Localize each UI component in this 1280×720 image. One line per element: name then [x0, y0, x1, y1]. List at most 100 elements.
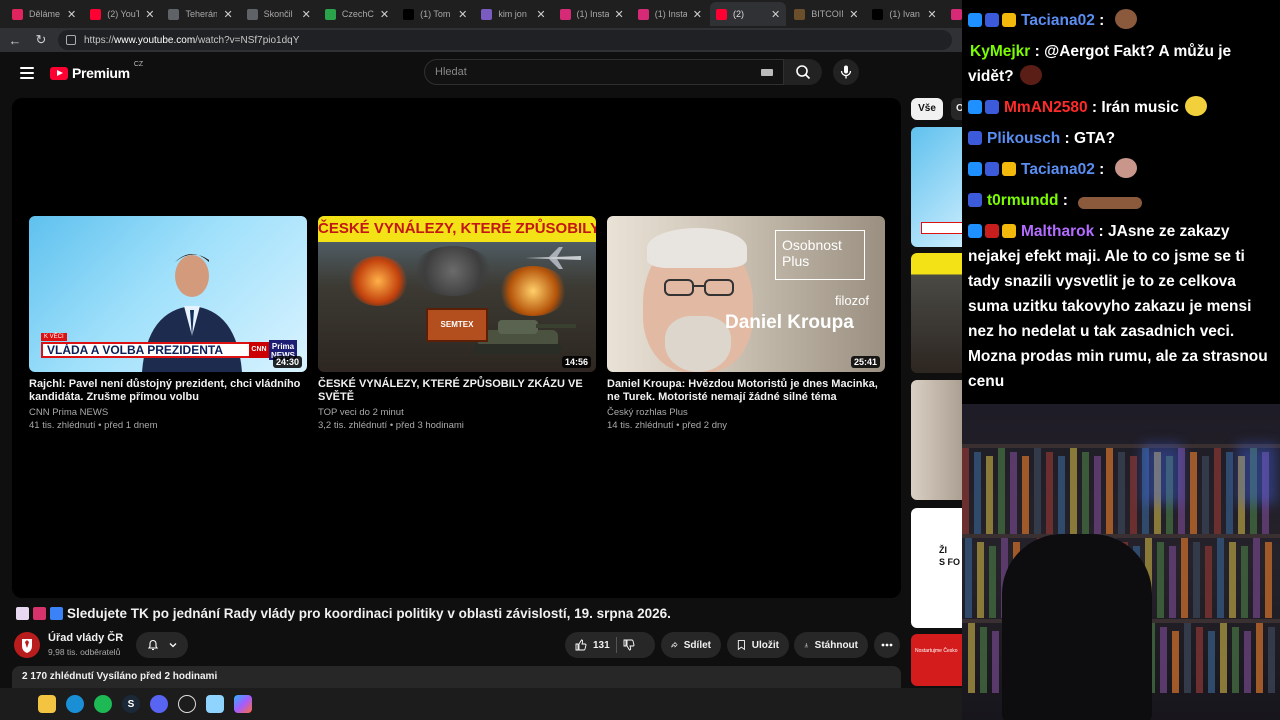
chat-emote-icon [1184, 96, 1207, 116]
notification-button[interactable] [136, 632, 188, 658]
browser-tab[interactable]: kim jon ✕ [475, 2, 551, 26]
close-icon[interactable]: ✕ [145, 8, 154, 21]
card-channel[interactable]: Český rozhlas Plus [607, 406, 885, 419]
voice-search-button[interactable] [833, 59, 859, 85]
close-icon[interactable]: ✕ [536, 8, 545, 21]
start-icon[interactable] [12, 696, 28, 712]
close-icon[interactable]: ✕ [771, 8, 780, 21]
share-icon [671, 641, 678, 648]
browser-tab[interactable]: (2) YouT ✕ [84, 2, 160, 26]
copilot-icon[interactable] [234, 695, 252, 713]
close-icon[interactable]: ✕ [302, 8, 311, 21]
chat-username[interactable]: Plikousch [987, 130, 1060, 147]
chip-all[interactable]: Vše [911, 98, 943, 120]
youtube-logo[interactable]: Premium CZ [50, 61, 143, 81]
share-button[interactable]: Sdílet [661, 632, 721, 658]
end-screen-card[interactable]: Osobnost Plus filozof Daniel Kroupa 25:41… [607, 216, 885, 432]
video-thumbnail[interactable]: K VĚCI VLÁDA A VOLBA PREZIDENTA CNN Prim… [29, 216, 307, 372]
book-spine [1268, 627, 1275, 693]
discord-icon[interactable] [150, 695, 168, 713]
rec-thumbnail[interactable] [911, 380, 962, 500]
chat-username[interactable]: Maltharok [1021, 223, 1094, 240]
back-icon[interactable]: ← [6, 33, 24, 48]
chat-username[interactable]: MmAN2580 [1004, 99, 1088, 116]
more-actions-button[interactable] [874, 632, 900, 658]
close-icon[interactable]: ✕ [693, 8, 702, 21]
card-title[interactable]: ČESKÉ VYNÁLEZY, KTERÉ ZPŮSOBILY ZKÁZU VE… [318, 378, 596, 404]
browser-tab[interactable]: BITCOIN ✕ [788, 2, 864, 26]
video-thumbnail[interactable]: ČESKÉ VYNÁLEZY, KTERÉ ZPŮSOBILY ZKÁZU SE… [318, 216, 596, 372]
edge-icon[interactable] [66, 695, 84, 713]
close-icon[interactable]: ✕ [67, 8, 76, 21]
dislike-icon[interactable] [623, 639, 635, 651]
card-channel[interactable]: CNN Prima NEWS [29, 406, 307, 419]
card-title[interactable]: Daniel Kroupa: Hvězdou Motoristů je dnes… [607, 378, 885, 404]
book-spine [1214, 448, 1221, 534]
close-icon[interactable]: ✕ [927, 8, 936, 21]
chat-username[interactable]: t0rmundd [987, 192, 1058, 209]
chat-username[interactable]: KyMejkr [970, 43, 1030, 60]
bookmark-icon [737, 640, 745, 651]
video-player[interactable]: K VĚCI VLÁDA A VOLBA PREZIDENTA CNN Prim… [12, 98, 901, 598]
spotify-icon[interactable] [94, 695, 112, 713]
close-icon[interactable]: ✕ [458, 8, 467, 21]
search-button[interactable] [784, 59, 822, 85]
card-meta: 14 tis. zhlédnutí • před 2 dny [607, 420, 728, 431]
github-icon[interactable] [178, 695, 196, 713]
channel-avatar[interactable] [14, 632, 40, 658]
tab-favicon [715, 8, 727, 20]
file-explorer-icon[interactable] [38, 695, 56, 713]
end-screen-card[interactable]: ČESKÉ VYNÁLEZY, KTERÉ ZPŮSOBILY ZKÁZU SE… [318, 216, 596, 432]
webcam-feed [962, 404, 1280, 720]
video-thumbnail[interactable]: Osobnost Plus filozof Daniel Kroupa 25:41 [607, 216, 885, 372]
rec-thumbnail[interactable] [911, 253, 962, 373]
like-icon[interactable] [575, 639, 587, 651]
book-spine [1082, 452, 1089, 534]
download-button[interactable]: Stáhnout [794, 632, 868, 658]
rec-thumbnail[interactable] [911, 127, 962, 247]
browser-tab[interactable]: (1) Ivan ✕ [866, 2, 942, 26]
chip-next[interactable]: O [951, 98, 962, 120]
smoke-shape [413, 246, 493, 296]
browser-tab[interactable]: CzechCr ✕ [319, 2, 395, 26]
close-icon[interactable]: ✕ [380, 8, 389, 21]
tab-label: (1) Insta [654, 9, 687, 19]
browser-tab[interactable]: Děláme ✕ [6, 2, 82, 26]
card-channel[interactable]: TOP veci do 2 minut [318, 406, 596, 419]
browser-tab[interactable]: (1) Insta✕ [554, 2, 630, 26]
menu-icon[interactable] [20, 67, 34, 79]
browser-tab[interactable]: (1) Insta ✕ [632, 2, 708, 26]
channel-name[interactable]: Úřad vlády ČR [48, 632, 123, 644]
browser-tab[interactable]: (2) ✕ [709, 2, 787, 26]
chat-username[interactable]: Taciana02 [1021, 161, 1095, 178]
youtube-play-icon [50, 66, 68, 80]
steam-icon[interactable]: S [122, 695, 140, 713]
chat-badge-icon [1002, 13, 1016, 27]
keyboard-icon[interactable] [761, 69, 773, 76]
browser-tab[interactable]: Skončil ✕ [241, 2, 317, 26]
chat-username[interactable]: Taciana02 [1021, 12, 1095, 29]
search-input[interactable]: Hledat [424, 59, 784, 85]
rec-thumbnail[interactable]: ŽI S FO [911, 508, 962, 628]
description-box[interactable]: 2 170 zhlédnutí Vysíláno před 2 hodinami [12, 666, 901, 688]
close-icon[interactable]: ✕ [223, 8, 232, 21]
card-title[interactable]: Rajchl: Pavel není důstojný prezident, c… [29, 378, 307, 404]
end-screen-card[interactable]: K VĚCI VLÁDA A VOLBA PREZIDENTA CNN Prim… [29, 216, 307, 432]
close-icon[interactable]: ✕ [849, 8, 858, 21]
thumb-box: SEMTEX [426, 308, 488, 342]
close-icon[interactable]: ✕ [615, 8, 624, 21]
like-count[interactable]: 131 [593, 640, 610, 651]
book-spine [1208, 631, 1215, 693]
notes-icon[interactable] [206, 695, 224, 713]
rec-thumbnail[interactable]: Nostartujme Česko [911, 634, 962, 686]
save-button[interactable]: Uložit [727, 632, 789, 658]
url-field[interactable]: https://www.youtube.com/watch?v=NSf7pio1… [58, 30, 952, 50]
reload-icon[interactable]: ↻ [32, 32, 50, 48]
tab-favicon [637, 8, 649, 20]
browser-tab[interactable]: Teheráne ✕ [162, 2, 238, 26]
site-info-icon[interactable] [66, 35, 76, 45]
search-placeholder: Hledat [435, 66, 467, 78]
book-spine [992, 631, 999, 693]
browser-tab[interactable]: (1) Insta✕ [945, 2, 962, 26]
browser-tab[interactable]: (1) Tom ✕ [397, 2, 473, 26]
